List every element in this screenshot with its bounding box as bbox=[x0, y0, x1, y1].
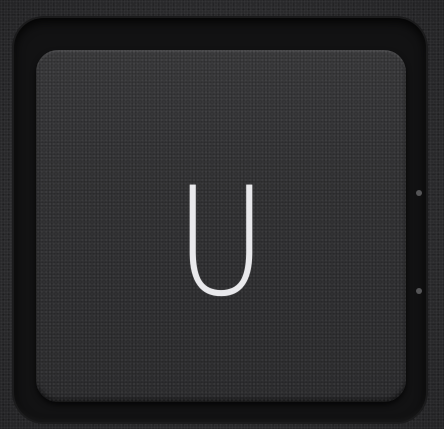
key-legend: U bbox=[175, 156, 267, 330]
deck-speck bbox=[416, 190, 422, 196]
keyboard-closeup-photo: U bbox=[0, 0, 444, 429]
deck-speck bbox=[416, 288, 422, 294]
u-keycap[interactable]: U bbox=[36, 50, 406, 402]
